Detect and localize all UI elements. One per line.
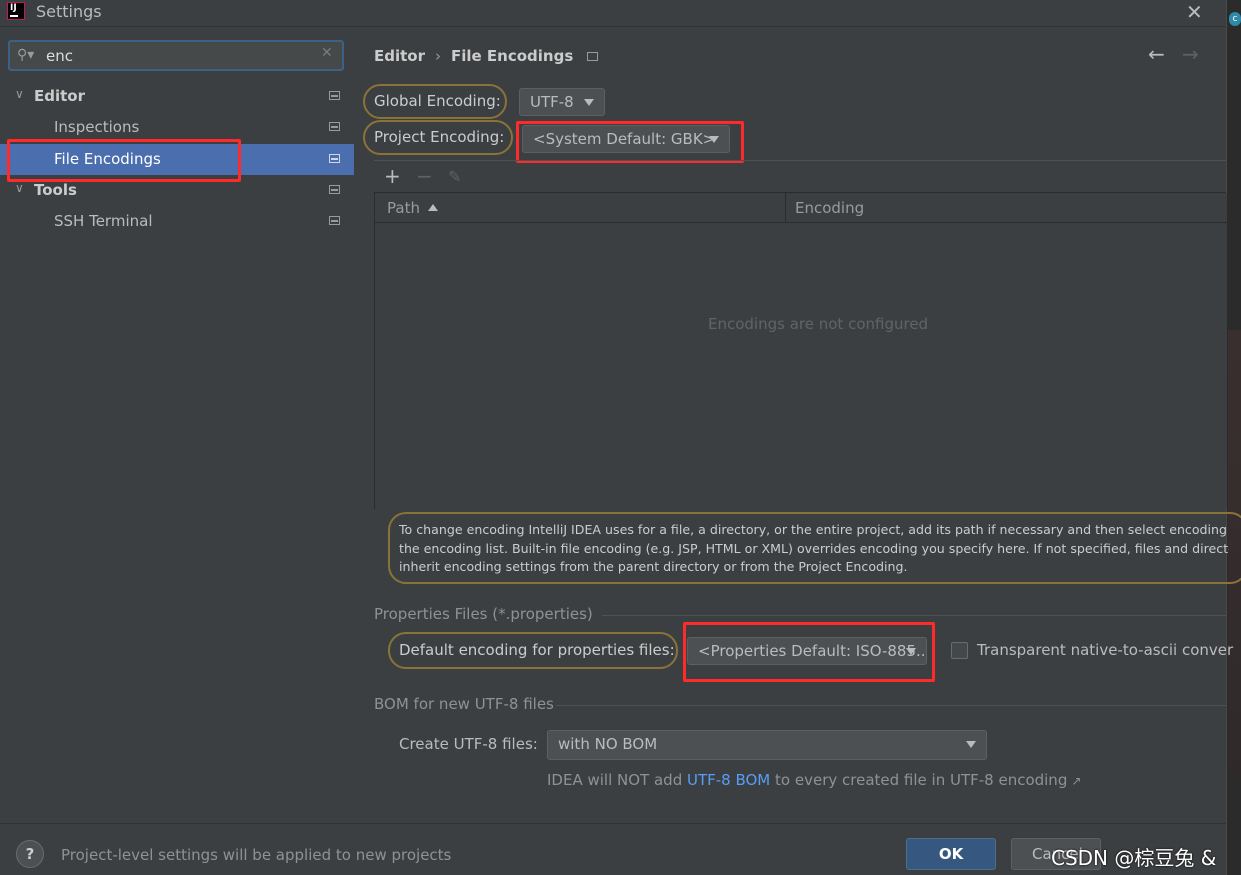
- help-button[interactable]: ?: [16, 840, 44, 868]
- native-to-ascii-label[interactable]: Transparent native-to-ascii conver: [977, 641, 1233, 659]
- sidebar-item-tools[interactable]: ∨ Tools: [0, 175, 354, 206]
- project-scope-icon: [329, 122, 340, 131]
- settings-search-box[interactable]: ⚲▾ ✕: [8, 40, 344, 71]
- bom-note-prefix: IDEA will NOT add: [547, 771, 687, 789]
- bom-note: IDEA will NOT add UTF-8 BOM to every cre…: [547, 771, 1081, 789]
- project-scope-icon: [329, 154, 340, 163]
- section-divider: [556, 705, 1226, 706]
- properties-section-title: Properties Files (*.properties): [374, 605, 593, 623]
- watermark: CSDN @棕豆兔 &: [1051, 846, 1217, 870]
- project-scope-icon: [587, 52, 599, 61]
- column-divider[interactable]: [785, 193, 786, 223]
- chevron-right-icon: ›: [435, 47, 441, 65]
- section-divider: [602, 615, 1226, 616]
- table-header: Path Encoding: [375, 193, 1227, 223]
- properties-encoding-select[interactable]: <Properties Default: ISO-885...: [687, 637, 927, 665]
- sidebar-item-file-encodings[interactable]: File Encodings: [0, 144, 354, 175]
- external-link-icon: ↗: [1071, 774, 1082, 788]
- remove-icon[interactable]: −: [416, 164, 433, 188]
- create-utf8-label: Create UTF-8 files:: [399, 735, 538, 753]
- chevron-down-icon[interactable]: ∨: [15, 181, 24, 195]
- global-encoding-value: UTF-8: [530, 93, 574, 111]
- dropdown-caret-icon: [906, 648, 916, 655]
- forward-arrow-icon[interactable]: →: [1182, 42, 1199, 66]
- chevron-down-icon[interactable]: ∨: [15, 87, 24, 101]
- mappings-toolbar: + − ✎: [374, 160, 1226, 192]
- add-icon[interactable]: +: [384, 164, 401, 188]
- background-app-icon: c: [1229, 12, 1241, 26]
- sort-ascending-icon: [427, 204, 438, 211]
- breadcrumb-current: File Encodings: [451, 47, 574, 65]
- native-to-ascii-checkbox[interactable]: [951, 642, 968, 659]
- properties-encoding-label: Default encoding for properties files:: [399, 641, 675, 659]
- back-arrow-icon[interactable]: ←: [1148, 42, 1165, 66]
- background-window-edge-tint: [1228, 330, 1241, 780]
- ok-button[interactable]: OK: [906, 838, 996, 870]
- breadcrumb: Editor › File Encodings: [374, 47, 599, 65]
- help-text-line: To change encoding IntelliJ IDEA uses fo…: [399, 522, 1229, 537]
- breadcrumb-parent[interactable]: Editor: [374, 47, 425, 65]
- sidebar-item-label: File Encodings: [54, 150, 161, 168]
- column-header-label: Path: [387, 199, 420, 217]
- bom-select[interactable]: with NO BOM: [547, 730, 987, 760]
- settings-sidebar: ⚲▾ ✕ ∨ Editor Inspections File Encodings…: [0, 28, 354, 823]
- table-body[interactable]: Encodings are not configured: [375, 224, 1227, 509]
- sidebar-item-label: Inspections: [54, 118, 140, 136]
- global-encoding-select[interactable]: UTF-8: [519, 88, 605, 116]
- sidebar-item-label: Tools: [34, 181, 77, 199]
- project-encoding-value: <System Default: GBK>: [533, 130, 716, 148]
- sidebar-item-label: SSH Terminal: [54, 212, 153, 230]
- help-text-line: the encoding list. Built-in file encodin…: [399, 540, 1229, 556]
- sidebar-item-editor[interactable]: ∨ Editor: [0, 81, 354, 112]
- utf8-bom-link[interactable]: UTF-8 BOM: [687, 771, 770, 789]
- dropdown-caret-icon: [709, 136, 719, 143]
- column-header-encoding[interactable]: Encoding: [795, 199, 864, 217]
- dropdown-caret-icon: [966, 741, 976, 748]
- footer-status-text: Project-level settings will be applied t…: [61, 846, 452, 864]
- project-scope-icon: [329, 91, 340, 100]
- help-text: To change encoding IntelliJ IDEA uses fo…: [399, 521, 1229, 577]
- close-icon[interactable]: ✕: [1186, 0, 1203, 24]
- encodings-table[interactable]: Path Encoding Encodings are not configur…: [374, 192, 1227, 509]
- help-text-line: inherit encoding settings from the paren…: [399, 559, 908, 574]
- settings-dialog: IJ Settings ✕ c ⚲▾ ✕ ∨ Editor Inspection…: [0, 0, 1241, 875]
- intellij-logo-icon: IJ: [7, 2, 25, 20]
- title-bar: IJ Settings ✕: [0, 0, 1226, 27]
- bom-section-title: BOM for new UTF-8 files: [374, 695, 554, 713]
- bom-note-suffix: to every created file in UTF-8 encoding: [770, 771, 1068, 789]
- clear-search-icon[interactable]: ✕: [321, 45, 333, 61]
- sidebar-item-inspections[interactable]: Inspections: [0, 112, 354, 143]
- project-scope-icon: [329, 216, 340, 225]
- project-scope-icon: [329, 185, 340, 194]
- search-icon[interactable]: ⚲▾: [17, 47, 34, 63]
- properties-encoding-value: <Properties Default: ISO-885...: [698, 642, 927, 660]
- column-header-path[interactable]: Path: [387, 199, 438, 217]
- edit-pencil-icon[interactable]: ✎: [448, 167, 461, 186]
- window-title: Settings: [36, 2, 102, 21]
- dropdown-caret-icon: [584, 99, 594, 106]
- global-encoding-label: Global Encoding:: [374, 92, 501, 110]
- sidebar-item-ssh-terminal[interactable]: SSH Terminal: [0, 206, 354, 237]
- empty-table-text: Encodings are not configured: [708, 315, 929, 333]
- project-encoding-label: Project Encoding:: [374, 128, 505, 146]
- bom-select-value: with NO BOM: [558, 735, 658, 753]
- search-input[interactable]: [46, 46, 306, 66]
- project-encoding-select[interactable]: <System Default: GBK>: [522, 125, 730, 153]
- settings-content: Editor › File Encodings ← → Global Encodin…: [354, 28, 1241, 823]
- sidebar-item-label: Editor: [34, 87, 85, 105]
- dialog-footer: ? Project-level settings will be applied…: [0, 823, 1226, 875]
